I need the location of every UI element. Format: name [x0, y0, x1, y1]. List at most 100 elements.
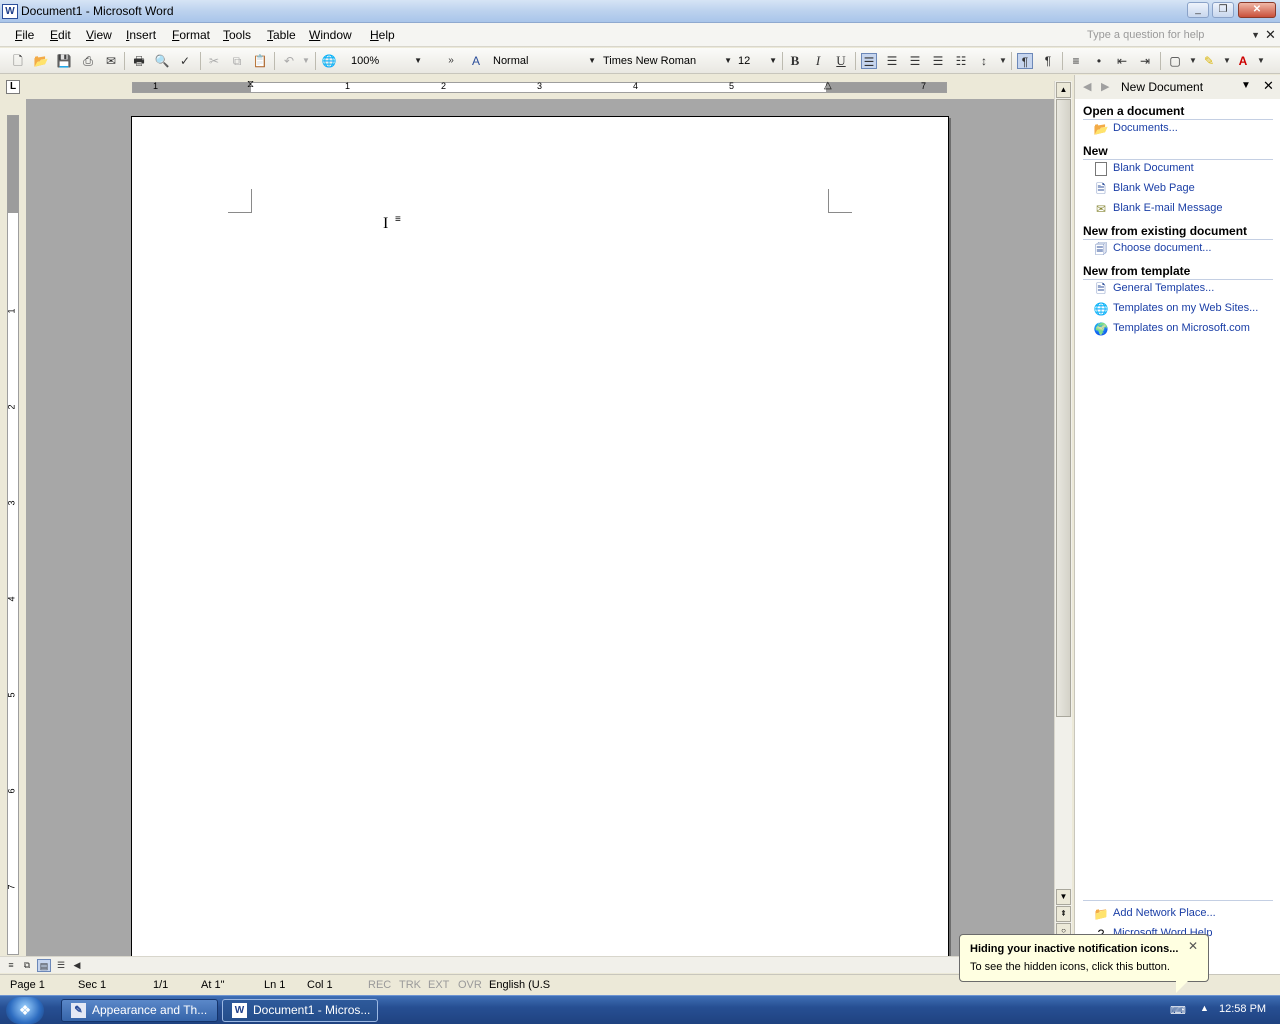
permission-icon[interactable]: ⎙ — [80, 53, 96, 69]
styles-icon[interactable]: A — [468, 53, 484, 69]
task-pane-title[interactable]: New Document — [1121, 80, 1203, 94]
general-templates-link[interactable]: General Templates... — [1113, 282, 1214, 294]
normal-view-icon[interactable]: ≡ — [4, 959, 18, 972]
chevron-down-icon[interactable]: ▼ — [1251, 27, 1260, 43]
borders-icon[interactable]: ▢ — [1167, 53, 1183, 69]
menu-view[interactable]: View — [86, 28, 112, 42]
start-button[interactable]: ❖ — [6, 997, 44, 1024]
document-close-icon[interactable]: ✕ — [1265, 27, 1276, 43]
menu-tools[interactable]: Tools — [223, 28, 251, 42]
status-language[interactable]: English (U.S — [489, 979, 550, 991]
menu-insert[interactable]: Insert — [126, 28, 156, 42]
documents-link[interactable]: Documents... — [1113, 122, 1178, 134]
zoom-select[interactable]: 100% ▼ — [348, 52, 424, 70]
bullets-icon[interactable]: • — [1091, 53, 1107, 69]
outline-view-icon[interactable]: ☰ — [54, 959, 68, 972]
menu-window[interactable]: Window — [309, 28, 352, 42]
new-document-icon[interactable]: 🗋 — [10, 53, 26, 69]
previous-page-icon[interactable]: ⇞ — [1056, 906, 1071, 922]
maximize-button[interactable]: ❐ — [1212, 2, 1234, 18]
font-select[interactable]: Times New Roman ▼ — [600, 52, 734, 70]
web-sites-templates-link[interactable]: Templates on my Web Sites... — [1113, 302, 1258, 314]
spelling-icon[interactable]: ✓ — [177, 53, 193, 69]
blank-email-link[interactable]: Blank E-mail Message — [1113, 202, 1222, 214]
rtl-paragraph-icon[interactable]: ¶ — [1040, 53, 1056, 69]
scrollbar-thumb[interactable] — [1056, 99, 1071, 717]
bold-button[interactable]: B — [787, 53, 803, 69]
research-globe-icon[interactable]: 🌐 — [321, 53, 337, 69]
align-right-icon[interactable]: ☰ — [907, 53, 923, 69]
save-icon[interactable]: 💾 — [56, 53, 72, 69]
email-icon[interactable]: ✉ — [103, 53, 119, 69]
keyboard-tray-icon[interactable]: ⌨ — [1170, 1004, 1186, 1017]
system-clock[interactable]: 12:58 PM — [1219, 1003, 1266, 1015]
word-app-icon[interactable]: W — [2, 4, 18, 19]
forward-arrow-icon[interactable]: ▶ — [1101, 80, 1109, 93]
tab-selector-button[interactable]: L — [6, 80, 20, 94]
taskbar-document1[interactable]: W Document1 - Micros... — [222, 999, 378, 1022]
justify-icon[interactable]: ☰ — [930, 53, 946, 69]
balloon-close-icon[interactable]: ✕ — [1188, 939, 1198, 953]
status-trk[interactable]: TRK — [399, 979, 421, 991]
horizontal-scroll-bar[interactable]: ≡ ⧉ ▤ ☰ ◀ — [0, 956, 1074, 973]
scroll-up-icon[interactable]: ▲ — [1056, 82, 1071, 98]
horizontal-ruler[interactable]: 1 1 2 3 4 5 7 ⧖ △ — [132, 79, 947, 93]
borders-dropdown-icon[interactable]: ▼ — [1185, 53, 1201, 69]
style-select[interactable]: Normal ▼ — [490, 52, 598, 70]
first-line-indent-icon[interactable]: ⧖ — [247, 79, 254, 90]
vertical-ruler[interactable]: 1 2 3 4 5 6 7 — [7, 115, 19, 955]
status-ovr[interactable]: OVR — [458, 979, 482, 991]
italic-button[interactable]: I — [810, 53, 826, 69]
cut-icon[interactable]: ✂ — [206, 53, 222, 69]
highlight-dropdown-icon[interactable]: ▼ — [1219, 53, 1235, 69]
align-left-icon[interactable]: ☰ — [861, 53, 877, 69]
notification-balloon[interactable]: Hiding your inactive notification icons.… — [959, 934, 1209, 982]
microsoft-templates-link[interactable]: Templates on Microsoft.com — [1113, 322, 1250, 334]
status-ext[interactable]: EXT — [428, 979, 449, 991]
print-icon[interactable]: 🖶 — [131, 53, 147, 69]
status-rec[interactable]: REC — [368, 979, 391, 991]
show-hidden-icons-icon[interactable]: ▲ — [1200, 1003, 1209, 1013]
font-color-icon[interactable]: A — [1235, 53, 1251, 69]
blank-web-page-link[interactable]: Blank Web Page — [1113, 182, 1195, 194]
taskbar-appearance[interactable]: ✎ Appearance and Th... — [61, 999, 218, 1022]
close-button[interactable]: ✕ — [1238, 2, 1276, 18]
highlight-icon[interactable]: ✎ — [1201, 53, 1217, 69]
decrease-indent-icon[interactable]: ⇤ — [1114, 53, 1130, 69]
undo-dropdown-icon[interactable]: ▼ — [298, 53, 314, 69]
help-search-input[interactable]: Type a question for help ▼ — [1084, 27, 1262, 43]
vertical-scrollbar[interactable]: ▲ ▼ ⇞ ○ — [1054, 81, 1072, 956]
menu-file[interactable]: File — [15, 28, 34, 42]
menu-table[interactable]: Table — [267, 28, 296, 42]
title-bar[interactable]: W Document1 - Microsoft Word _ ❐ ✕ — [0, 0, 1280, 23]
menu-format[interactable]: Format — [172, 28, 210, 42]
scroll-left-icon[interactable]: ◀ — [70, 959, 84, 972]
document-area[interactable]: I ≡ — [26, 99, 1054, 956]
print-preview-icon[interactable]: 🔍 — [154, 53, 170, 69]
font-size-select[interactable]: 12 ▼ — [735, 52, 779, 70]
web-layout-icon[interactable]: ⧉ — [20, 959, 34, 972]
font-color-dropdown-icon[interactable]: ▼ — [1253, 53, 1269, 69]
line-spacing-dropdown-icon[interactable]: ▼ — [995, 53, 1011, 69]
task-pane-close-icon[interactable]: ✕ — [1263, 78, 1274, 94]
align-center-icon[interactable]: ☰ — [884, 53, 900, 69]
blank-document-link[interactable]: Blank Document — [1113, 162, 1194, 174]
menu-edit[interactable]: Edit — [50, 28, 71, 42]
undo-icon[interactable]: ↶ — [281, 53, 297, 69]
minimize-button[interactable]: _ — [1187, 2, 1209, 18]
increase-indent-icon[interactable]: ⇥ — [1137, 53, 1153, 69]
open-folder-icon[interactable]: 📂 — [33, 53, 49, 69]
underline-button[interactable]: U — [833, 53, 849, 69]
paste-icon[interactable]: 📋 — [252, 53, 268, 69]
numbering-icon[interactable]: ≡ — [1068, 53, 1084, 69]
distributed-icon[interactable]: ☷ — [953, 53, 969, 69]
print-layout-icon[interactable]: ▤ — [37, 959, 51, 972]
line-spacing-icon[interactable]: ↕ — [976, 53, 992, 69]
toolbar-options-icon[interactable]: » — [443, 53, 459, 69]
right-indent-icon[interactable]: △ — [824, 80, 832, 91]
back-arrow-icon[interactable]: ◀ — [1083, 80, 1091, 93]
choose-document-link[interactable]: Choose document... — [1113, 242, 1211, 254]
copy-icon[interactable]: ⧉ — [229, 53, 245, 69]
document-page[interactable]: I ≡ — [131, 116, 949, 956]
add-network-place-link[interactable]: Add Network Place... — [1113, 907, 1216, 919]
